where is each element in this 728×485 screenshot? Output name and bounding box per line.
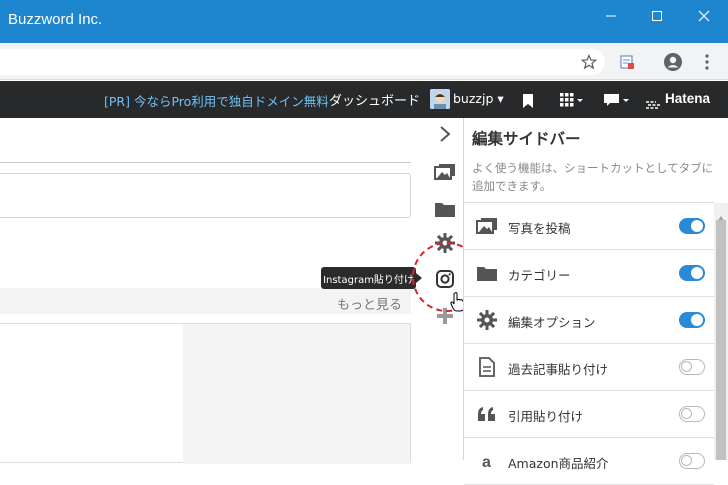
maximize-button[interactable] <box>634 0 680 32</box>
minimize-icon <box>606 15 616 17</box>
sidebar-item-label: 引用貼り付け <box>508 409 584 424</box>
sidebar-item-amazon[interactable]: a Amazon商品紹介 <box>464 438 714 485</box>
window-title-bar: Buzzword Inc. <box>0 0 728 43</box>
bookmark-star-icon[interactable] <box>579 52 599 72</box>
maximize-icon <box>652 11 662 21</box>
pro-promo-link[interactable]: [PR] 今ならPro利用で独自ドメイン無料 <box>104 91 329 110</box>
quote-icon <box>476 404 498 424</box>
close-button[interactable] <box>681 0 727 32</box>
category-toggle[interactable] <box>679 265 705 281</box>
sidebar-item-past-articles[interactable]: 過去記事貼り付け <box>464 344 714 391</box>
sidebar-item-label: 過去記事貼り付け <box>508 362 609 377</box>
amazon-toggle[interactable] <box>679 453 705 469</box>
editor-side-panel <box>183 324 410 464</box>
photo-toggle[interactable] <box>679 218 705 234</box>
sidebar-item-label: カテゴリー <box>508 268 571 283</box>
close-icon <box>698 10 710 22</box>
gear-icon <box>476 310 498 330</box>
instagram-tooltip: Instagram貼り付け <box>321 267 416 289</box>
notifications-icon[interactable] <box>604 92 630 111</box>
collapse-sidebar-button[interactable] <box>430 120 460 148</box>
edit-options-toggle[interactable] <box>679 312 705 328</box>
quote-toggle[interactable] <box>679 406 705 422</box>
sidebar-item-edit-options[interactable]: 編集オプション <box>464 297 714 344</box>
svg-text:a: a <box>482 454 491 470</box>
window-title: Buzzword Inc. <box>8 11 103 28</box>
document-icon <box>476 357 498 377</box>
sidebar-scroll-thumb[interactable] <box>716 220 726 460</box>
sidebar-title: 編集サイドバー <box>472 130 581 148</box>
apps-grid-icon[interactable] <box>560 92 584 111</box>
hatena-navbar: [PR] 今ならPro利用で独自ドメイン無料 ダッシュボード buzzjp ▾ … <box>0 81 728 118</box>
sidebar-description: よく使う機能は、ショートカットとしてタブに追加できます。 <box>472 161 714 193</box>
hatena-logo-icon <box>646 95 662 114</box>
folder-icon <box>435 203 455 217</box>
title-input[interactable] <box>0 173 411 218</box>
sidebar-item-photo[interactable]: 写真を投稿 <box>464 203 714 250</box>
photo-shortcut[interactable] <box>430 158 460 186</box>
sidebar-item-label: Amazon商品紹介 <box>508 456 609 471</box>
sidebar-item-quote[interactable]: 引用貼り付け <box>464 391 714 438</box>
browser-toolbar <box>0 43 728 80</box>
sidebar-item-label: 編集オプション <box>508 315 596 330</box>
dashboard-link[interactable]: ダッシュボード <box>329 90 420 109</box>
extension-icon[interactable] <box>617 52 637 72</box>
sidebar-item-category[interactable]: カテゴリー <box>464 250 714 297</box>
photo-icon <box>434 164 455 180</box>
folder-icon <box>476 263 498 283</box>
sidebar-item-label: 写真を投稿 <box>508 221 571 236</box>
avatar[interactable] <box>430 89 450 109</box>
past-articles-toggle[interactable] <box>679 359 705 375</box>
content-divider <box>0 162 411 163</box>
address-bar[interactable] <box>0 49 605 75</box>
menu-dots-icon[interactable] <box>697 52 717 72</box>
hatena-brand[interactable]: Hatena <box>665 91 710 106</box>
category-shortcut[interactable] <box>430 195 460 223</box>
amazon-icon: a <box>476 451 498 471</box>
username-menu[interactable]: buzzjp ▾ <box>453 91 504 106</box>
more-link[interactable]: もっと見る <box>337 294 402 313</box>
bookmark-icon[interactable] <box>522 93 534 112</box>
minimize-button[interactable] <box>588 0 634 32</box>
chevron-right-icon <box>440 126 451 142</box>
profile-icon[interactable] <box>663 52 683 72</box>
photo-icon <box>476 216 498 236</box>
